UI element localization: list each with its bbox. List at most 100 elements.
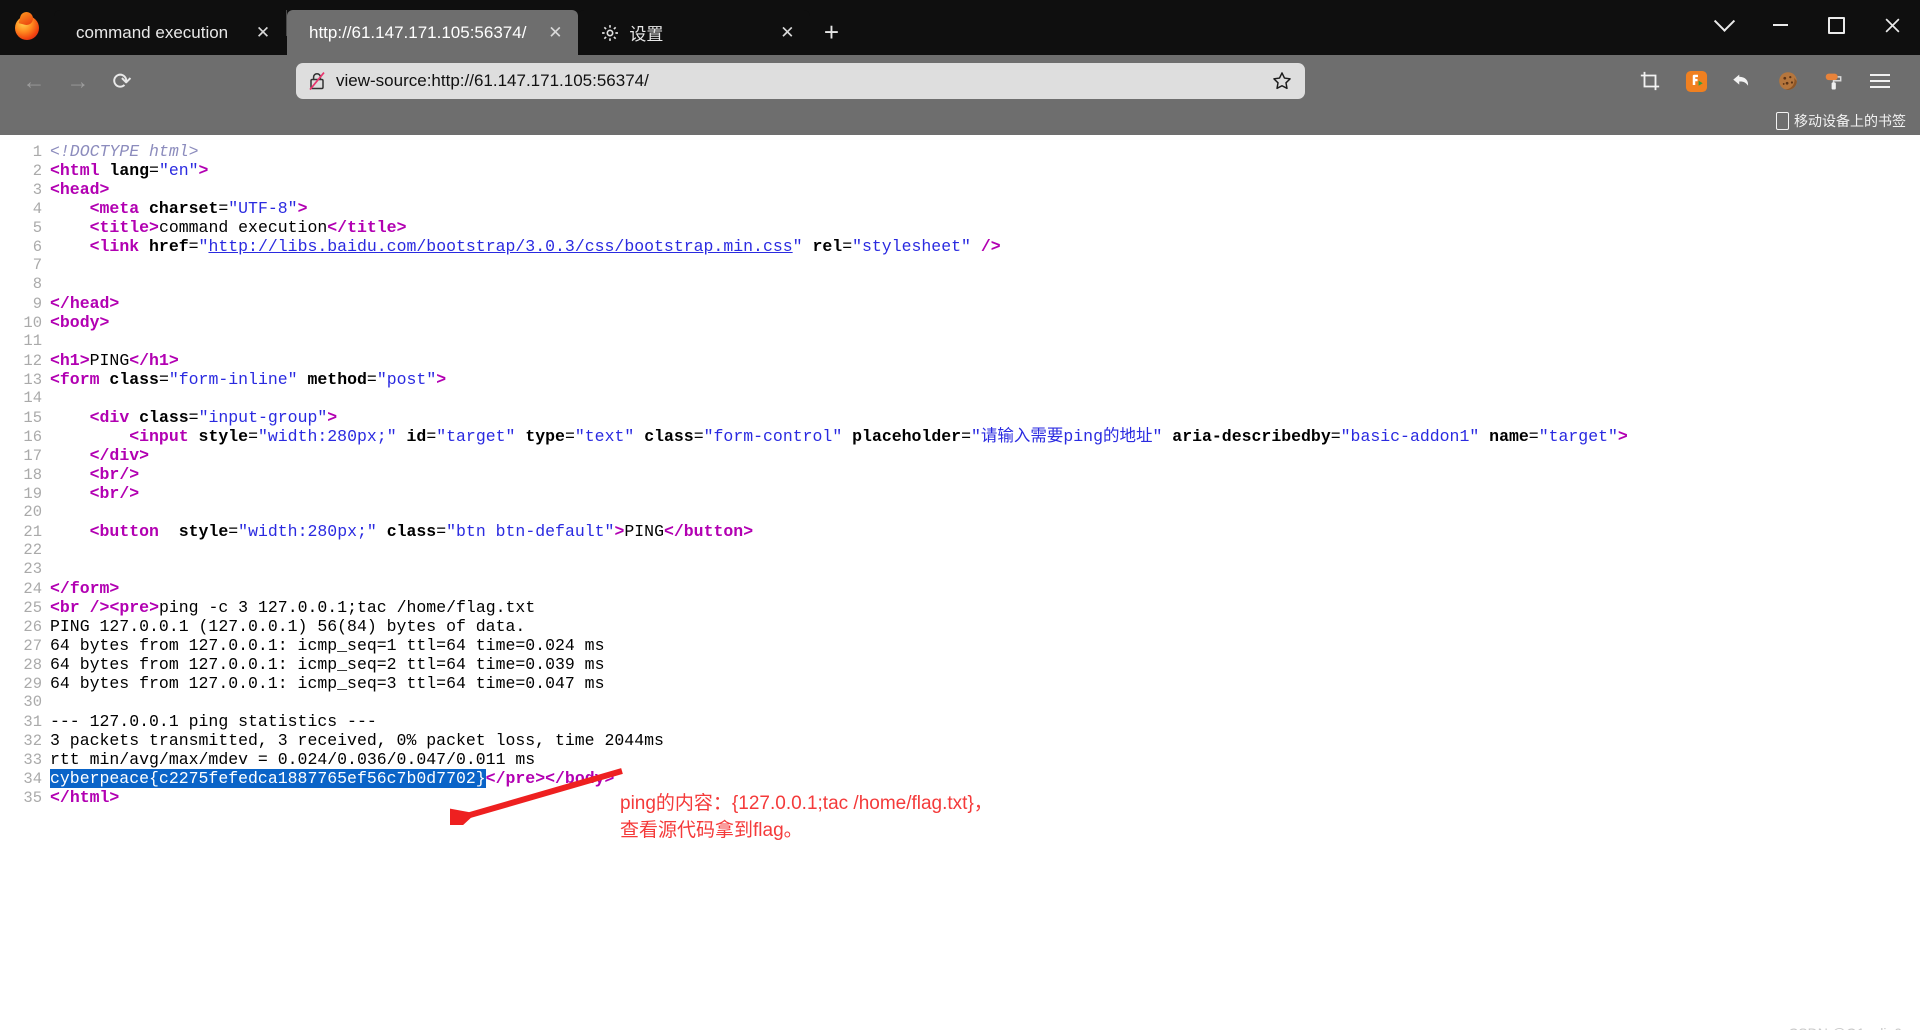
code-token: 64 bytes from 127.0.0.1: icmp_seq=2 ttl=… <box>50 655 605 674</box>
line-code: <br/> <box>50 484 140 503</box>
code-token: > <box>327 408 338 427</box>
line-code: </html> <box>50 788 119 807</box>
source-line: 5 <title>command execution</title> <box>0 218 1920 237</box>
code-token: < <box>50 484 100 503</box>
source-line: 3 <head> <box>0 180 1920 199</box>
annotation-text: ping的内容：{127.0.0.1;tac /home/flag.txt}， … <box>620 790 993 844</box>
bookmark-label: 移动设备上的书签 <box>1794 113 1906 129</box>
bookmark-mobile-bookmarks[interactable]: 移动设备上的书签 <box>1772 109 1910 133</box>
code-token: = <box>842 237 853 256</box>
tab-close-icon[interactable]: ✕ <box>250 20 276 46</box>
code-token: class <box>644 427 694 446</box>
code-token: class <box>109 370 159 389</box>
source-line: 9 </head> <box>0 294 1920 313</box>
maximize-window-button[interactable] <box>1808 0 1864 50</box>
undo-arrow-icon[interactable] <box>1720 61 1764 101</box>
line-number: 10 <box>23 314 42 332</box>
code-token: button <box>99 522 159 541</box>
forward-button[interactable]: → <box>58 61 98 101</box>
bookmarks-toolbar: 移动设备上的书签 <box>0 107 1920 135</box>
tab-close-icon[interactable]: ✕ <box>774 20 800 46</box>
code-token: button <box>683 522 744 541</box>
browser-tab-2[interactable]: 设置 ✕ <box>578 10 811 55</box>
star-icon[interactable] <box>1271 70 1293 92</box>
tab-close-icon[interactable]: ✕ <box>542 20 568 46</box>
source-line: 24 </form> <box>0 579 1920 598</box>
window-controls <box>1696 0 1920 50</box>
code-token: < <box>50 161 60 180</box>
firefox-logo-icon <box>0 0 54 55</box>
url-text[interactable]: view-source:http://61.147.171.105:56374/ <box>336 71 1271 91</box>
line-number: 32 <box>23 732 42 750</box>
lock-crossed-icon[interactable] <box>308 71 326 91</box>
code-token: </ <box>50 579 70 598</box>
line-number: 34 <box>23 770 42 788</box>
hamburger-menu-icon[interactable] <box>1858 61 1902 101</box>
code-token: = <box>961 427 971 446</box>
line-number: 15 <box>23 409 42 427</box>
source-line: 20 <box>0 503 1920 522</box>
code-token: < <box>50 180 60 199</box>
list-all-tabs-button[interactable] <box>1696 0 1752 50</box>
code-token: head <box>59 180 100 199</box>
line-number: 17 <box>23 447 42 465</box>
code-token: </ <box>485 769 506 788</box>
browser-tab-1[interactable]: http://61.147.171.105:56374/ ✕ <box>287 10 579 55</box>
minimize-window-button[interactable] <box>1752 0 1808 50</box>
browser-tab-0[interactable]: command execution ✕ <box>54 10 286 55</box>
annotation-line-1: ping的内容：{127.0.0.1;tac /home/flag.txt}， <box>620 793 993 814</box>
line-number: 5 <box>32 219 42 237</box>
new-tab-button[interactable]: + <box>810 12 852 52</box>
view-source-content[interactable]: 1 <!DOCTYPE html> 2 <html lang="en"> 3 <head>… <box>0 135 1920 1030</box>
code-token: pre <box>119 598 150 617</box>
code-token: placeholder <box>852 427 962 446</box>
code-token: > <box>99 180 110 199</box>
code-token: name <box>1489 427 1529 446</box>
line-code: <title>command execution</title> <box>50 218 407 237</box>
address-bar[interactable]: view-source:http://61.147.171.105:56374/ <box>296 63 1305 99</box>
flash-player-icon[interactable] <box>1674 61 1718 101</box>
line-number: 22 <box>23 541 42 559</box>
source-line: 28 64 bytes from 127.0.0.1: icmp_seq=2 tt… <box>0 655 1920 674</box>
source-hyperlink[interactable]: http://libs.baidu.com/bootstrap/3.0.3/cs… <box>208 237 792 256</box>
cookie-icon[interactable] <box>1766 61 1810 101</box>
line-code: PING 127.0.0.1 (127.0.0.1) 56(84) bytes … <box>50 617 525 636</box>
annotation-line-2: 查看源代码拿到flag。 <box>620 820 803 841</box>
line-number: 3 <box>32 181 42 199</box>
code-token: --- 127.0.0.1 ping statistics --- <box>50 712 377 731</box>
code-token: = <box>426 427 437 446</box>
tab-title: command execution <box>76 22 229 42</box>
source-line: 26 PING 127.0.0.1 (127.0.0.1) 56(84) byte… <box>0 617 1920 636</box>
toolbar-extension-icons <box>1626 61 1906 101</box>
code-token: " <box>792 237 803 256</box>
code-token: html <box>59 161 100 180</box>
code-token: /> <box>970 237 1001 256</box>
code-token: 64 bytes from 127.0.0.1: icmp_seq=1 ttl=… <box>50 636 605 655</box>
line-code: 64 bytes from 127.0.0.1: icmp_seq=3 ttl=… <box>50 674 605 693</box>
line-number: 11 <box>23 332 42 350</box>
code-token: lang <box>109 161 150 180</box>
code-token: br <box>99 465 120 484</box>
close-window-button[interactable] <box>1864 0 1920 50</box>
code-token: "post" <box>376 370 437 389</box>
code-token: = <box>1330 427 1341 446</box>
screenshot-crop-icon[interactable] <box>1628 61 1672 101</box>
source-line: 7 <box>0 256 1920 275</box>
paint-roller-icon[interactable] <box>1812 61 1856 101</box>
code-token: = <box>228 522 239 541</box>
line-code: <br/> <box>50 465 140 484</box>
code-token: command execution <box>158 218 328 237</box>
reload-button[interactable]: ⟳ <box>102 61 142 101</box>
code-token: div <box>109 446 140 465</box>
code-token: form <box>59 370 100 389</box>
source-line: 21 <button style="width:280px;" class="b… <box>0 522 1920 541</box>
code-token: < <box>50 237 100 256</box>
line-number: 18 <box>23 466 42 484</box>
back-button[interactable]: ← <box>14 61 54 101</box>
source-line: 22 <box>0 541 1920 560</box>
